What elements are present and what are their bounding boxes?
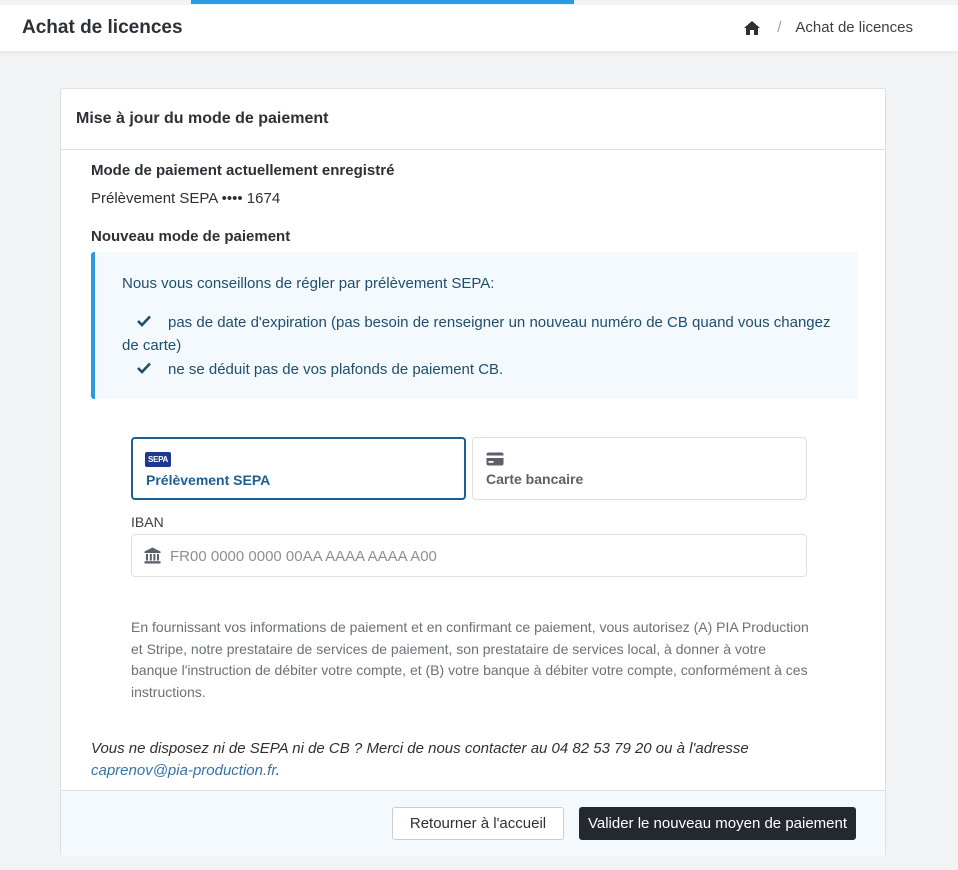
current-method-heading: Mode de paiement actuellement enregistré [91, 162, 395, 179]
breadcrumb-current: Achat de licences [795, 19, 913, 36]
iban-label: IBAN [131, 514, 164, 530]
page-loading-bar [191, 0, 574, 4]
submit-payment-method-button[interactable]: Valider le nouveau moyen de paiement [579, 807, 856, 840]
bank-icon [144, 547, 161, 564]
check-icon [137, 315, 151, 327]
contact-text: Vous ne disposez ni de SEPA ni de CB ? M… [91, 740, 749, 757]
page-title: Achat de licences [22, 17, 183, 38]
payment-method-card[interactable]: Carte bancaire [472, 437, 807, 500]
back-home-button[interactable]: Retourner à l'accueil [392, 807, 564, 840]
card-title: Mise à jour du mode de paiement [76, 110, 329, 127]
current-method-value: Prélèvement SEPA •••• 1674 [91, 190, 281, 207]
payment-method-label: Carte bancaire [486, 471, 584, 487]
check-icon [137, 362, 151, 374]
notice-intro: Nous vous conseillons de régler par prél… [122, 275, 495, 292]
top-bar: Achat de licences / Achat de licences [0, 5, 958, 51]
legal-mandate-text: En fournissant vos informations de paiem… [131, 619, 809, 700]
iban-input[interactable] [170, 543, 790, 569]
payment-method-label: Prélèvement SEPA [146, 472, 271, 488]
contact-email-link[interactable]: caprenov@pia-production.fr [91, 762, 276, 779]
sepa-advice-notice: Nous vous conseillons de régler par prél… [91, 252, 858, 399]
notice-item-text: pas de date d'expiration (pas besoin de … [122, 314, 831, 354]
breadcrumb-separator: / [777, 19, 782, 36]
contact-note: Vous ne disposez ni de SEPA ni de CB ? M… [91, 738, 851, 782]
credit-card-icon [486, 452, 504, 466]
contact-suffix: . [275, 762, 280, 779]
sepa-logo-icon: SEPA [145, 452, 171, 467]
notice-item: pas de date d'expiration (pas besoin de … [122, 311, 842, 357]
payment-update-card: Mise à jour du mode de paiement Mode de … [60, 88, 886, 856]
card-footer: Retourner à l'accueil Valider le nouveau… [61, 790, 885, 856]
notice-item-text: ne se déduit pas de vos plafonds de paie… [168, 361, 504, 378]
new-method-heading: Nouveau mode de paiement [91, 228, 291, 245]
breadcrumb: / Achat de licences [743, 19, 913, 36]
home-icon[interactable] [743, 20, 761, 36]
iban-field[interactable] [131, 534, 807, 577]
payment-method-sepa[interactable]: SEPA Prélèvement SEPA [131, 437, 466, 500]
card-header: Mise à jour du mode de paiement [61, 89, 885, 150]
notice-item: ne se déduit pas de vos plafonds de paie… [122, 361, 503, 378]
